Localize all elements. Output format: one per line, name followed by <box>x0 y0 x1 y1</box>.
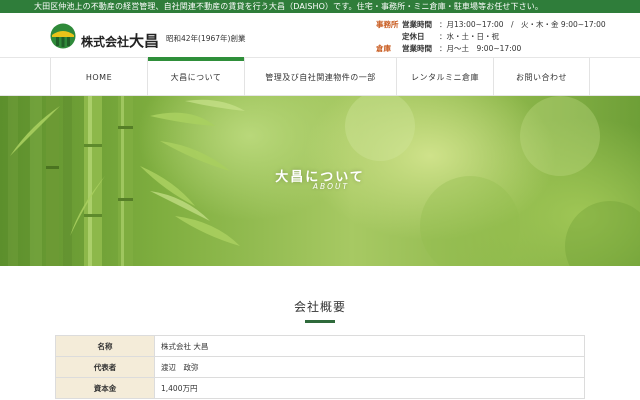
company-overview-table: 名称 株式会社 大昌 代表者 渡辺 政弥 資本金 1,400万円 <box>55 335 585 399</box>
table-key: 代表者 <box>55 356 155 378</box>
company-name[interactable]: 株式会社大昌 <box>81 30 159 51</box>
section-title-underline <box>305 320 335 323</box>
site-header: 株式会社大昌 昭和42年(1967年)創業 事務所 営業時間 ：月13:00~1… <box>0 13 640 57</box>
hours-value: ：水・土・日・祝 <box>439 32 499 41</box>
hero-subtitle: ABOUT <box>312 182 350 191</box>
table-value: 株式会社 大昌 <box>154 335 585 357</box>
announcement-text: 大田区仲池上の不動産の経営管理、自社関連不動産の賃貸を行う大昌（DAISHO）で… <box>34 2 543 11</box>
table-value: 渡辺 政弥 <box>154 356 585 378</box>
nav-item-rental-storage[interactable]: レンタルミニ倉庫 <box>396 58 493 96</box>
nav-item-home[interactable]: HOME <box>50 58 147 96</box>
hours-label: 定休日 <box>402 32 425 41</box>
nav-item-about[interactable]: 大昌について <box>147 57 244 96</box>
hero-banner: 大昌について ABOUT <box>0 96 640 266</box>
main-nav: HOME 大昌について 管理及び自社関連物件の一部 レンタルミニ倉庫 お問い合わ… <box>0 57 640 96</box>
hours-value: ：月13:00~17:00 / 火・木・金 9:00~17:00 <box>439 20 606 29</box>
table-key: 資本金 <box>55 377 155 399</box>
nav-item-properties[interactable]: 管理及び自社関連物件の一部 <box>244 58 396 96</box>
section-title: 会社概要 <box>293 300 346 314</box>
hours-label: 営業時間 <box>402 20 432 29</box>
hours-tag: 倉庫 <box>376 44 391 53</box>
company-logo-icon[interactable] <box>50 23 76 49</box>
hours-value: ：月〜土 9:00~17:00 <box>439 44 522 53</box>
hours-label: 営業時間 <box>402 44 432 53</box>
table-value: 1,400万円 <box>154 377 585 399</box>
company-prefix: 株式会社 <box>81 35 130 49</box>
table-row: 代表者 渡辺 政弥 <box>55 356 585 378</box>
company-main-name: 大昌 <box>129 32 160 50</box>
top-announcement-bar: 大田区仲池上の不動産の経営管理、自社関連不動産の賃貸を行う大昌（DAISHO）で… <box>0 0 640 13</box>
table-key: 名称 <box>55 335 155 357</box>
table-row: 資本金 1,400万円 <box>55 377 585 399</box>
hours-tag: 事務所 <box>376 20 399 29</box>
nav-item-contact[interactable]: お問い合わせ <box>493 58 590 96</box>
table-row: 名称 株式会社 大昌 <box>55 335 585 357</box>
founded-text: 昭和42年(1967年)創業 <box>166 34 246 43</box>
